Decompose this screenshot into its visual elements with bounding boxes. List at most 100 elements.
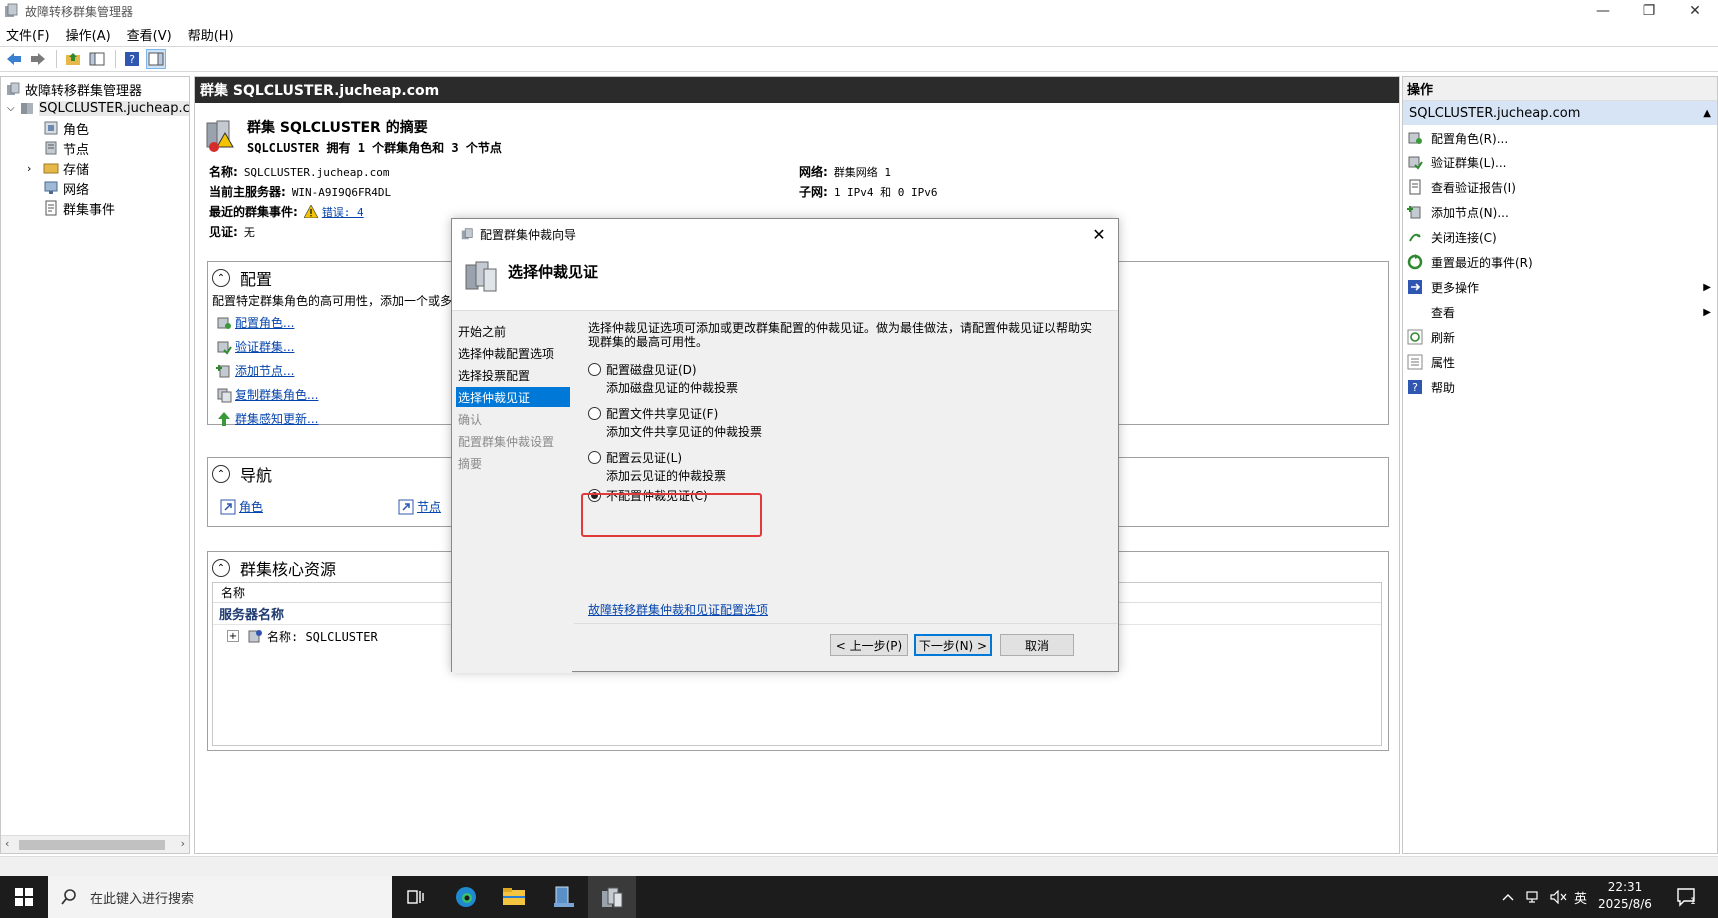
copy-cluster-roles-link[interactable]: 复制群集角色... xyxy=(216,386,318,403)
collapse-configure-button[interactable]: ⌃ xyxy=(212,269,230,287)
action-view-validation-report[interactable]: 查看验证报告(I) xyxy=(1407,176,1711,198)
menu-view[interactable]: 查看(V) xyxy=(127,25,172,44)
previous-button[interactable]: < 上一步(P) xyxy=(830,634,908,656)
tree-horizontal-scrollbar[interactable]: ‹ › xyxy=(1,835,189,853)
taskbar-edge[interactable] xyxy=(442,876,490,918)
cluster-aware-updating-link[interactable]: 群集感知更新... xyxy=(216,410,318,427)
action-properties[interactable]: 属性 xyxy=(1407,351,1711,373)
chevron-up-icon xyxy=(1502,894,1514,901)
dialog-close-button[interactable]: ✕ xyxy=(1088,223,1110,245)
show-hidden-icons[interactable] xyxy=(1502,876,1514,918)
taskbar: 在此键入进行搜索 英 22:31 2025/8/6 1 xyxy=(0,876,1718,918)
tree-item-storage[interactable]: › 存储 xyxy=(27,158,89,178)
back-button[interactable] xyxy=(4,49,24,69)
action-validate-cluster[interactable]: 验证群集(L)... xyxy=(1407,151,1711,173)
system-clock[interactable]: 22:31 2025/8/6 xyxy=(1590,879,1660,913)
collapse-core-resources-button[interactable]: ⌃ xyxy=(212,559,230,577)
action-configure-role[interactable]: 配置角色(R)... xyxy=(1407,127,1711,149)
search-icon xyxy=(61,889,76,905)
tree-root[interactable]: 故障转移群集管理器 xyxy=(5,79,142,99)
search-placeholder: 在此键入进行搜索 xyxy=(90,891,195,907)
forward-button[interactable] xyxy=(28,49,48,69)
nav-roles-link[interactable]: 角色 xyxy=(220,498,263,515)
menu-action[interactable]: 操作(A) xyxy=(66,25,111,44)
scrollbar-thumb[interactable] xyxy=(19,840,165,850)
nav-nodes-link[interactable]: 节点 xyxy=(398,498,441,515)
next-button[interactable]: 下一步(N) > xyxy=(914,634,992,656)
option-file-share-witness-desc: 添加文件共享见证的仲裁投票 xyxy=(606,425,763,439)
up-folder-button[interactable] xyxy=(63,49,83,69)
notification-center[interactable]: 1 xyxy=(1676,876,1704,918)
tree-item-roles[interactable]: 角色 xyxy=(43,118,89,138)
validate-cluster-link[interactable]: 验证群集... xyxy=(216,338,294,355)
add-node-icon xyxy=(1407,206,1421,219)
cluster-icon xyxy=(21,103,33,114)
action-refresh[interactable]: 刷新 xyxy=(1407,326,1711,348)
network-tray[interactable] xyxy=(1526,876,1542,918)
taskbar-search[interactable]: 在此键入进行搜索 xyxy=(48,876,392,918)
radio-disk-witness[interactable] xyxy=(588,363,601,376)
annotation-highlight-box xyxy=(581,493,762,537)
cancel-button[interactable]: 取消 xyxy=(1000,634,1074,656)
collapse-navigate-button[interactable]: ⌃ xyxy=(212,465,230,483)
cluster-manager-icon xyxy=(602,887,623,908)
taskbar-server-manager[interactable] xyxy=(540,876,588,918)
roles-icon xyxy=(44,121,58,135)
action-reset-recent-events[interactable]: 重置最近的事件(R) xyxy=(1407,251,1711,273)
tree-item-cluster-events[interactable]: 群集事件 xyxy=(43,198,115,218)
step-quorum-option[interactable]: 选择仲裁配置选项 xyxy=(456,343,570,363)
help-button[interactable]: ? xyxy=(122,49,142,69)
wizard-steps: 开始之前 选择仲裁配置选项 选择投票配置 选择仲裁见证 确认 配置群集仲裁设置 … xyxy=(452,311,572,673)
expand-icon[interactable]: + xyxy=(227,630,239,642)
minimize-button[interactable]: — xyxy=(1580,0,1626,22)
action-view[interactable]: 查看 ▶ xyxy=(1407,301,1711,323)
radio-file-share-witness[interactable] xyxy=(588,407,601,420)
quorum-help-link[interactable]: 故障转移群集仲裁和见证配置选项 xyxy=(588,601,768,618)
dialog-title: 配置群集仲裁向导 xyxy=(480,227,577,242)
refresh-icon xyxy=(1407,329,1423,345)
tree-cluster[interactable]: ⌵ SQLCLUSTER.jucheap.com xyxy=(7,98,189,118)
action-more-actions[interactable]: 更多操作 ▶ xyxy=(1407,276,1711,298)
toolbar: ? xyxy=(0,46,1718,72)
nodes-icon xyxy=(45,141,57,155)
show-action-pane-button[interactable] xyxy=(146,49,166,69)
add-node-link[interactable]: 添加节点... xyxy=(216,362,294,379)
taskbar-cluster-manager[interactable] xyxy=(588,876,636,918)
actions-pane: 操作 SQLCLUSTER.jucheap.com ▲ 配置角色(R)... 验… xyxy=(1402,76,1718,854)
witness-row: 见证: 无 xyxy=(209,225,255,239)
windows-logo-icon xyxy=(15,888,33,906)
errors-link[interactable]: 错误: 4 xyxy=(322,204,364,220)
configure-role-link[interactable]: 配置角色... xyxy=(216,314,294,331)
tree-item-networks[interactable]: 网络 xyxy=(43,178,89,198)
action-close-connection[interactable]: 关闭连接(C) xyxy=(1407,226,1711,248)
tree-item-nodes[interactable]: 节点 xyxy=(43,138,89,158)
actions-group-cluster[interactable]: SQLCLUSTER.jucheap.com ▲ xyxy=(1403,101,1717,125)
notification-count: 1 xyxy=(1690,897,1696,907)
close-window-button[interactable]: ✕ xyxy=(1672,0,1718,22)
option-file-share-witness[interactable]: 配置文件共享见证(F) xyxy=(588,405,718,422)
step-quorum-witness[interactable]: 选择仲裁见证 xyxy=(456,387,570,407)
step-configure-settings: 配置群集仲裁设置 xyxy=(458,434,555,449)
step-voting-config[interactable]: 选择投票配置 xyxy=(456,365,570,385)
network-row: 网络: 群集网络 1 xyxy=(799,165,892,179)
task-view-button[interactable] xyxy=(392,876,440,918)
chevron-right-icon[interactable]: › xyxy=(27,162,43,175)
menu-help[interactable]: 帮助(H) xyxy=(188,25,234,44)
action-help[interactable]: ? 帮助 xyxy=(1407,376,1711,398)
chevron-down-icon[interactable]: ⌵ xyxy=(7,103,19,114)
taskbar-file-explorer[interactable] xyxy=(490,876,538,918)
option-disk-witness[interactable]: 配置磁盘见证(D) xyxy=(588,361,697,378)
collapse-up-icon[interactable]: ▲ xyxy=(1703,108,1711,119)
menu-file[interactable]: 文件(F) xyxy=(6,25,50,44)
step-before-you-begin[interactable]: 开始之前 xyxy=(456,321,570,341)
show-hide-tree-button[interactable] xyxy=(87,49,107,69)
restore-button[interactable]: ❐ xyxy=(1626,0,1672,22)
option-cloud-witness[interactable]: 配置云见证(L) xyxy=(588,449,682,466)
start-button[interactable] xyxy=(0,876,48,918)
ime-indicator[interactable]: 英 xyxy=(1574,876,1587,918)
scroll-right-icon[interactable]: › xyxy=(181,837,185,850)
scroll-left-icon[interactable]: ‹ xyxy=(5,837,9,850)
action-add-node[interactable]: 添加节点(N)... xyxy=(1407,201,1711,223)
volume-tray[interactable] xyxy=(1550,876,1568,918)
radio-cloud-witness[interactable] xyxy=(588,451,601,464)
